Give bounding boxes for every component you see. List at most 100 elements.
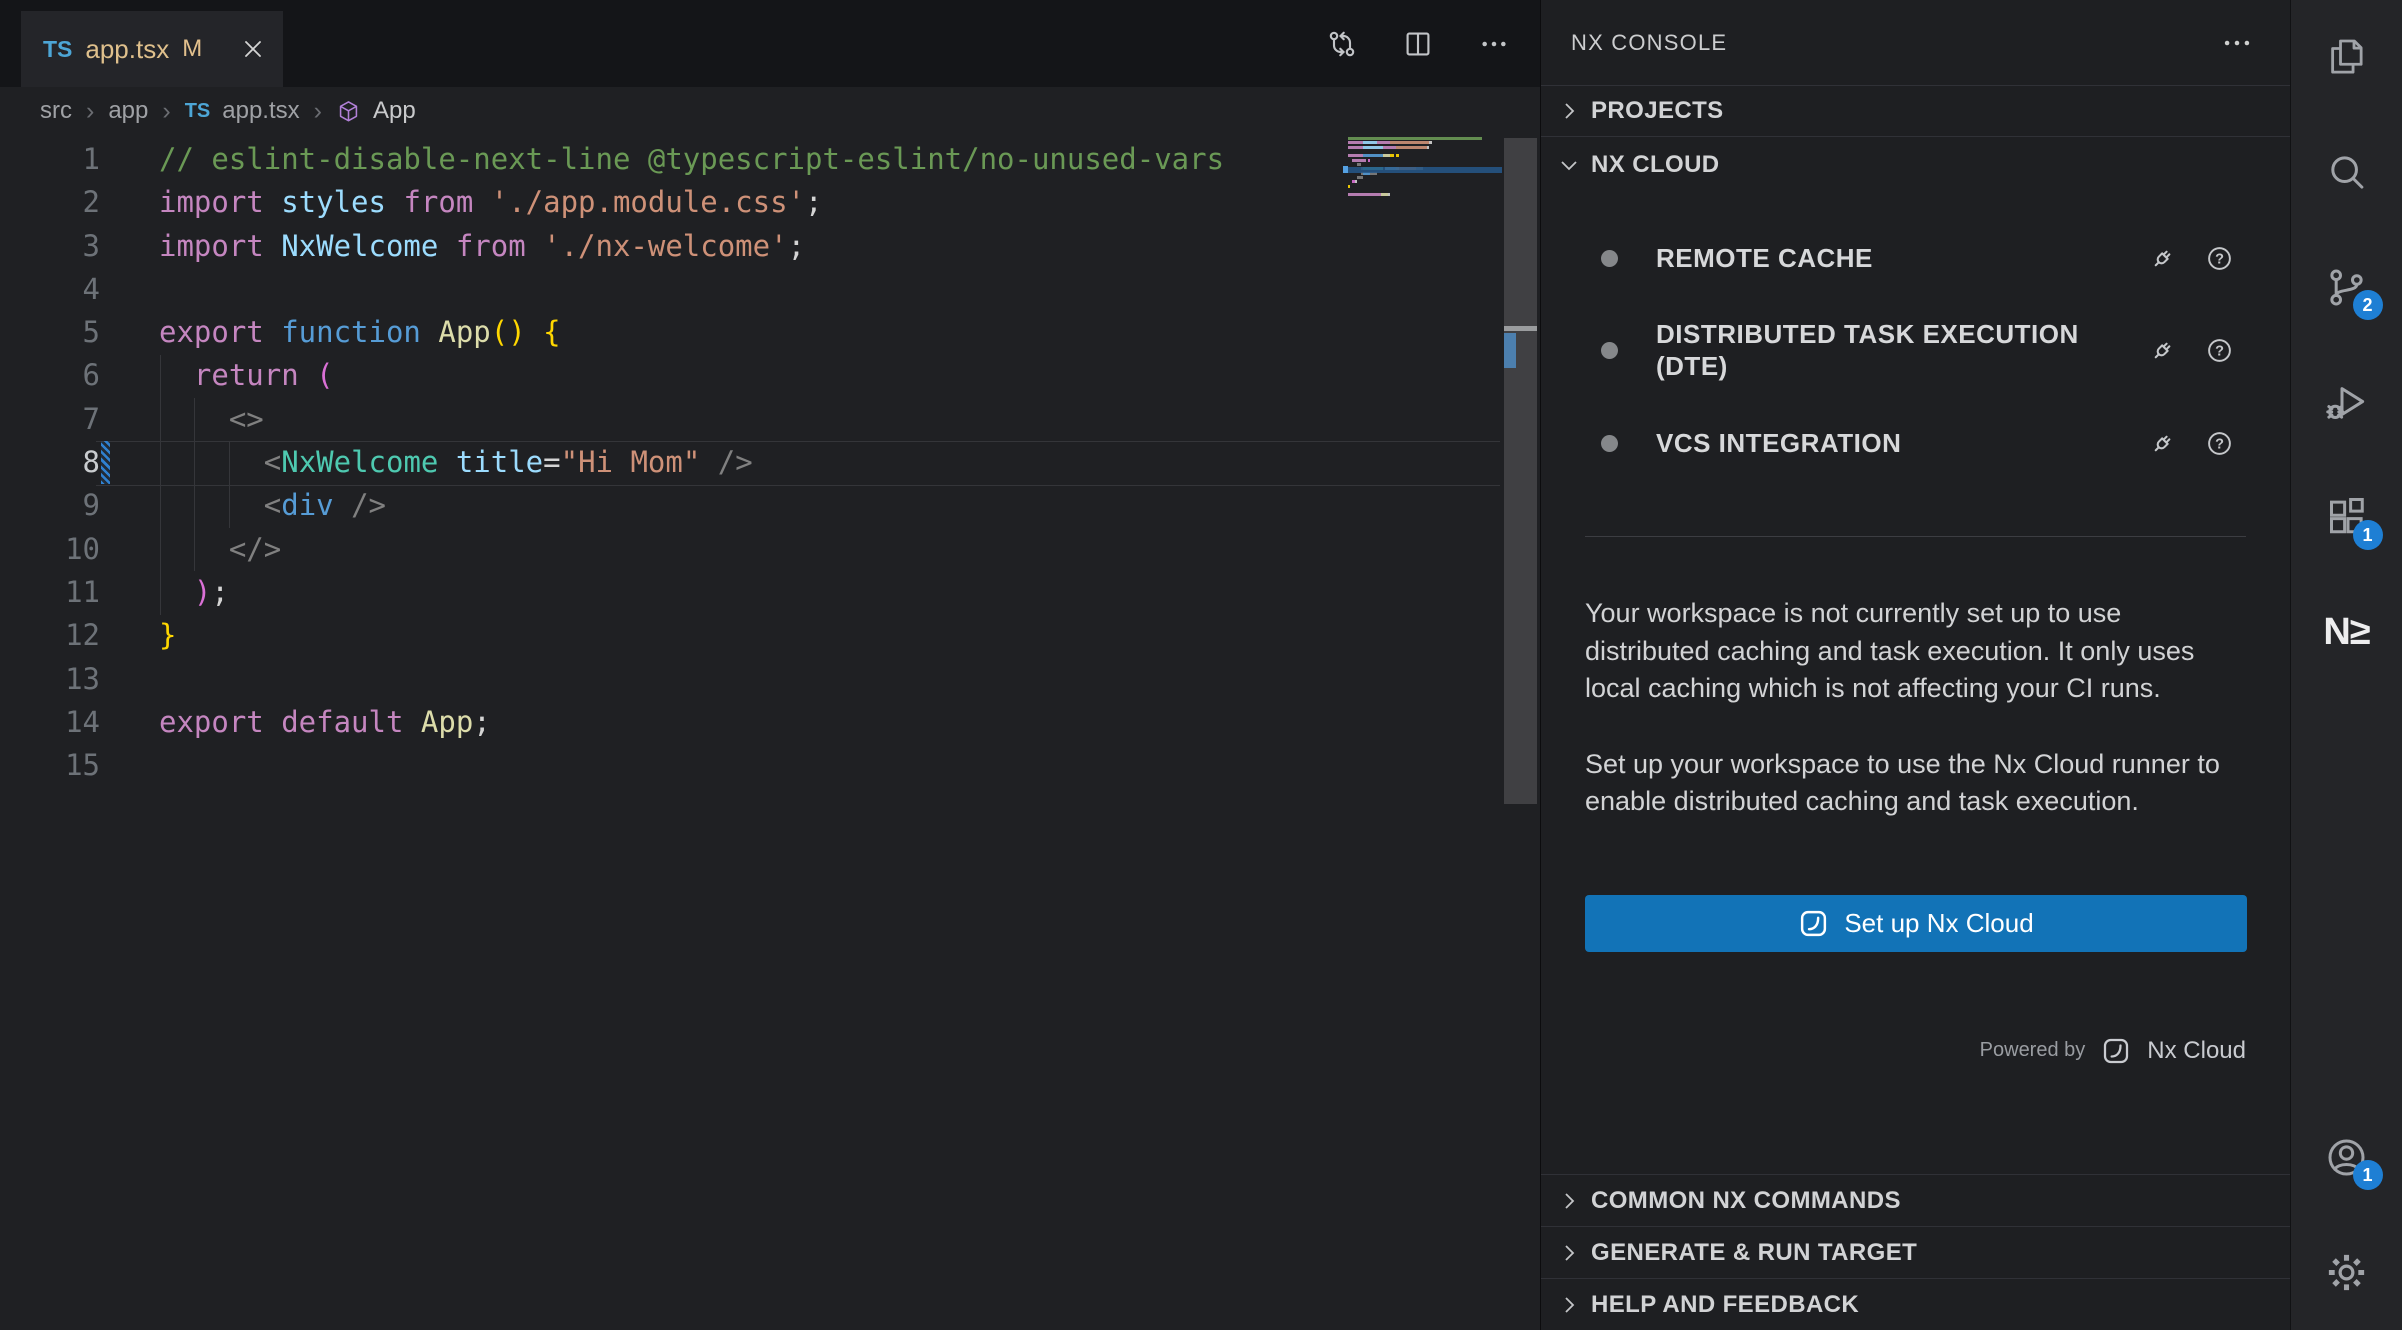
code-line[interactable]: // eslint-disable-next-line @typescript-… [159, 138, 1224, 181]
section-label: GENERATE & RUN TARGET [1591, 1239, 1917, 1267]
line-number[interactable]: 12 [0, 614, 100, 657]
code-token: div [281, 488, 333, 522]
code-line[interactable] [159, 268, 1224, 311]
setup-button-label: Set up Nx Cloud [1844, 908, 2033, 939]
line-number[interactable]: 6 [0, 354, 100, 397]
code-line[interactable]: return ( [159, 354, 1224, 397]
setup-nx-cloud-button[interactable]: Set up Nx Cloud [1585, 895, 2247, 952]
section-common-nx-commands[interactable]: COMMON NX COMMANDS [1541, 1174, 2290, 1226]
powered-by-row: Powered by Nx Cloud [1541, 1036, 2246, 1066]
code-token [299, 358, 316, 392]
line-number[interactable]: 10 [0, 528, 100, 571]
nx-cloud-feature-item: VCS INTEGRATION? [1541, 398, 2290, 488]
code-line[interactable]: </> [159, 528, 1224, 571]
breadcrumb-file[interactable]: app.tsx [222, 97, 299, 125]
activitybar-explorer[interactable] [2291, 0, 2402, 115]
breadcrumb-symbol[interactable]: App [373, 97, 416, 125]
code-line[interactable]: <> [159, 398, 1224, 441]
line-number[interactable]: 11 [0, 571, 100, 614]
line-number[interactable]: 14 [0, 701, 100, 744]
open-changes-icon[interactable] [1326, 28, 1358, 60]
chevron-right-icon [1557, 1189, 1581, 1213]
breadcrumb-app[interactable]: app [108, 97, 148, 125]
divider [1585, 536, 2246, 537]
code-token: /> [700, 445, 752, 479]
section-generate-run-target[interactable]: GENERATE & RUN TARGET [1541, 1226, 2290, 1278]
tab-app-tsx[interactable]: TS app.tsx M [21, 11, 283, 87]
code-token [159, 358, 194, 392]
svg-text:?: ? [2215, 251, 2224, 267]
nx-logo-icon: N≥ [2323, 611, 2369, 654]
code-line[interactable] [159, 744, 1224, 787]
gear-icon [2324, 1250, 2369, 1295]
code-line[interactable]: ); [159, 571, 1224, 614]
minimap-line [1348, 159, 1500, 162]
line-number[interactable]: 1 [0, 138, 100, 181]
help-icon[interactable]: ? [2205, 336, 2234, 365]
section-help-and-feedback[interactable]: HELP AND FEEDBACK [1541, 1278, 2290, 1330]
overview-ruler-modified-mark [1504, 333, 1516, 368]
code-line[interactable]: <div /> [159, 484, 1224, 527]
activitybar-accounts[interactable]: 1 [2291, 1100, 2402, 1215]
code-line[interactable]: export default App; [159, 701, 1224, 744]
line-number[interactable]: 13 [0, 658, 100, 701]
minimap-line [1348, 185, 1500, 188]
feature-actions: ? [2148, 244, 2234, 273]
activitybar-source-control[interactable]: 2 [2291, 230, 2402, 345]
source-control-badge: 2 [2353, 290, 2383, 320]
section-nx-cloud[interactable]: NX CLOUD [1541, 136, 2290, 192]
connect-plug-icon[interactable] [2148, 336, 2177, 365]
more-actions-icon[interactable] [2220, 26, 2254, 60]
section-label: PROJECTS [1591, 97, 1724, 125]
code-token [526, 315, 543, 349]
minimap-line [1348, 189, 1500, 192]
chevron-right-icon: › [160, 97, 172, 126]
vertical-scrollbar[interactable] [1504, 135, 1537, 1330]
workspace-status-text: Your workspace is not currently set up t… [1585, 595, 2230, 708]
code-line[interactable]: } [159, 614, 1224, 657]
line-number[interactable]: 8 [0, 441, 100, 484]
chevron-right-icon [1557, 1293, 1581, 1317]
feature-label: REMOTE CACHE [1656, 242, 2136, 274]
chevron-right-icon: › [84, 97, 96, 126]
search-icon [2324, 150, 2369, 195]
help-icon[interactable]: ? [2205, 244, 2234, 273]
connect-plug-icon[interactable] [2148, 429, 2177, 458]
code-line[interactable]: import NxWelcome from './nx-welcome'; [159, 225, 1224, 268]
breadcrumb-src[interactable]: src [40, 97, 72, 125]
help-icon[interactable]: ? [2205, 429, 2234, 458]
activitybar-nx-console[interactable]: N≥ [2291, 575, 2402, 690]
connect-plug-icon[interactable] [2148, 244, 2177, 273]
line-number[interactable]: 5 [0, 311, 100, 354]
line-number[interactable]: 9 [0, 484, 100, 527]
line-number[interactable]: 2 [0, 181, 100, 224]
scrollbar-slider[interactable] [1504, 138, 1537, 804]
code-line[interactable]: import styles from './app.module.css'; [159, 181, 1224, 224]
line-number[interactable]: 4 [0, 268, 100, 311]
code-line[interactable]: <NxWelcome title="Hi Mom" /> [159, 441, 1224, 484]
panel-title: NX CONSOLE [1571, 30, 1727, 56]
activitybar-run-debug[interactable] [2291, 345, 2402, 460]
nx-cloud-feature-item: REMOTE CACHE? [1541, 214, 2290, 302]
line-number[interactable]: 3 [0, 225, 100, 268]
chevron-down-icon [1557, 153, 1581, 177]
code-editor[interactable]: 123456789101112131415 // eslint-disable-… [0, 135, 1540, 1330]
activitybar-search[interactable] [2291, 115, 2402, 230]
minimap-line [1348, 154, 1500, 157]
section-projects[interactable]: PROJECTS [1541, 85, 2290, 136]
code-line[interactable] [159, 658, 1224, 701]
code-line[interactable]: export function App() { [159, 311, 1224, 354]
line-number[interactable]: 15 [0, 744, 100, 787]
section-label: COMMON NX COMMANDS [1591, 1187, 1901, 1215]
code-token: export default [159, 705, 421, 739]
more-actions-icon[interactable] [1478, 28, 1510, 60]
line-number[interactable]: 7 [0, 398, 100, 441]
code-token: { [543, 315, 560, 349]
feature-actions: ? [2148, 336, 2234, 365]
activitybar-extensions[interactable]: 1 [2291, 460, 2402, 575]
close-icon[interactable] [241, 37, 265, 61]
activitybar-settings[interactable] [2291, 1215, 2402, 1330]
split-editor-icon[interactable] [1402, 28, 1434, 60]
collapsed-sections: COMMON NX COMMANDS GENERATE & RUN TARGET H… [1541, 1174, 2290, 1330]
minimap[interactable] [1348, 137, 1500, 202]
